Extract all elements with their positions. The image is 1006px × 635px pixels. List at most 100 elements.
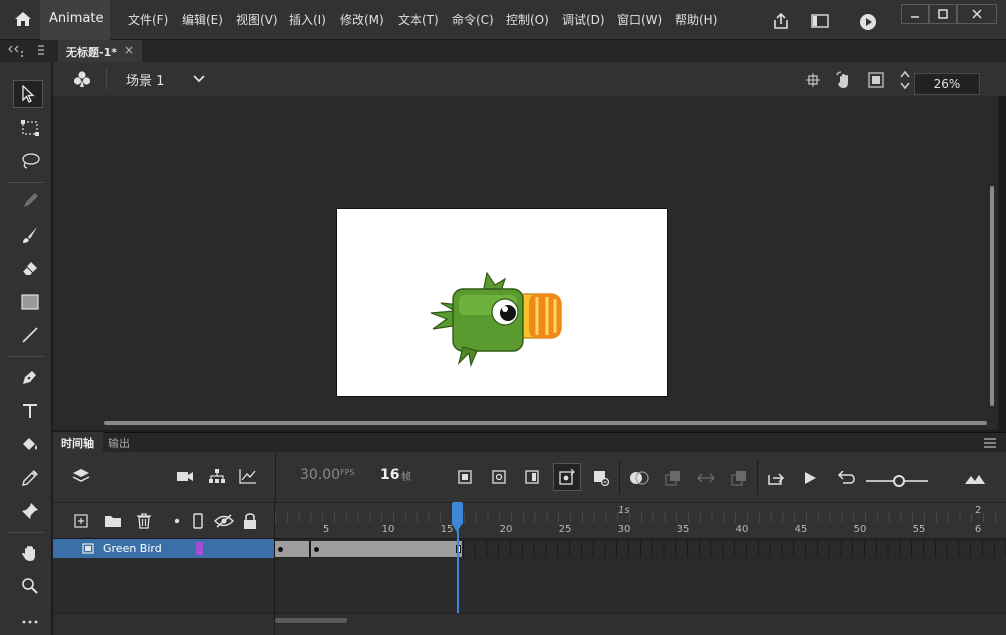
ruler-label: 45 bbox=[794, 524, 808, 535]
highlight-layers-dot-icon[interactable] bbox=[170, 511, 184, 531]
tab-timeline[interactable]: 时间轴 bbox=[53, 432, 103, 452]
text-tool-icon[interactable] bbox=[15, 398, 45, 424]
new-layer-icon[interactable] bbox=[71, 511, 91, 531]
stage-canvas[interactable] bbox=[337, 209, 667, 396]
frame-zoom-slider-thumb[interactable] bbox=[893, 475, 905, 487]
toolbar-collapse-icon[interactable] bbox=[6, 42, 46, 60]
keyframe-dot[interactable] bbox=[314, 547, 319, 552]
zoom-input[interactable]: 26% bbox=[914, 73, 980, 95]
show-outline-icon[interactable] bbox=[189, 511, 207, 531]
document-tab-bar bbox=[0, 40, 1006, 62]
layer-color-swatch[interactable] bbox=[196, 542, 203, 555]
create-tween-icon[interactable] bbox=[695, 468, 717, 488]
chevron-down-icon[interactable] bbox=[190, 70, 208, 88]
layer-row[interactable]: Green Bird bbox=[53, 539, 274, 558]
insert-frame-icon[interactable] bbox=[523, 468, 541, 486]
menu-text[interactable]: 文本(T) bbox=[398, 11, 439, 28]
controls-divider bbox=[619, 460, 620, 494]
hand-tool-icon[interactable] bbox=[15, 540, 45, 566]
menu-view[interactable]: 视图(V) bbox=[236, 11, 278, 28]
loop-playback-icon[interactable] bbox=[765, 468, 787, 488]
rewind-icon[interactable] bbox=[835, 468, 857, 488]
parenting-icon[interactable] bbox=[205, 464, 229, 488]
paint-bucket-tool-icon[interactable] bbox=[15, 431, 45, 457]
green-bird-symbol[interactable] bbox=[429, 267, 565, 367]
line-tool-icon[interactable] bbox=[15, 322, 45, 348]
menu-debug[interactable]: 调试(D) bbox=[562, 11, 605, 28]
tab-output[interactable]: 输出 bbox=[104, 432, 136, 452]
menu-commands[interactable]: 命令(C) bbox=[452, 11, 494, 28]
minimize-button[interactable] bbox=[901, 4, 929, 24]
free-transform-tool-icon[interactable] bbox=[15, 115, 45, 141]
clip-to-stage-icon[interactable] bbox=[866, 70, 886, 90]
rectangle-tool-icon[interactable] bbox=[15, 289, 45, 315]
document-tab-close-icon[interactable]: × bbox=[124, 43, 134, 57]
scene-label[interactable]: 场景 1 bbox=[126, 70, 164, 89]
eyedropper-tool-icon[interactable] bbox=[15, 465, 45, 491]
document-tab[interactable]: 无标题-1* × bbox=[58, 40, 142, 62]
close-window-button[interactable] bbox=[957, 4, 997, 24]
new-folder-icon[interactable] bbox=[102, 511, 124, 531]
frame-ruler-ticks bbox=[275, 513, 1006, 522]
scene-divider bbox=[106, 68, 107, 90]
pin-tool-icon[interactable] bbox=[15, 498, 45, 524]
workspace-icon[interactable] bbox=[808, 11, 832, 31]
hide-all-layers-icon[interactable] bbox=[213, 511, 235, 531]
keyframe-dot[interactable] bbox=[278, 547, 283, 552]
zoom-tool-icon[interactable] bbox=[15, 573, 45, 599]
insert-keyframe-icon[interactable] bbox=[456, 468, 474, 486]
lock-all-layers-icon[interactable] bbox=[240, 511, 260, 531]
frames-empty-area bbox=[275, 558, 1006, 613]
menu-insert[interactable]: 插入(I) bbox=[289, 11, 326, 28]
convert-keyframe-icon[interactable] bbox=[729, 468, 749, 488]
document-tab-label: 无标题-1* bbox=[66, 46, 117, 59]
menu-help[interactable]: 帮助(H) bbox=[675, 11, 717, 28]
menu-bar: Animate 文件(F) 编辑(E) 视图(V) 插入(I) 修改(M) 文本… bbox=[0, 0, 1006, 40]
test-movie-icon[interactable] bbox=[857, 11, 879, 33]
onion-skin-icon[interactable] bbox=[628, 468, 650, 488]
menu-modify[interactable]: 修改(M) bbox=[340, 11, 384, 28]
layers-icon[interactable] bbox=[69, 464, 93, 488]
ruler-label: 6 bbox=[974, 524, 982, 535]
panel-menu-icon[interactable] bbox=[982, 436, 998, 450]
fps-value[interactable]: 30.00 bbox=[300, 467, 340, 483]
camera-icon[interactable] bbox=[173, 464, 197, 488]
horizontal-scrollbar[interactable] bbox=[104, 421, 987, 425]
share-icon[interactable] bbox=[770, 10, 792, 32]
rotation-tool-icon[interactable] bbox=[833, 69, 855, 91]
current-frame-value[interactable]: 16 bbox=[380, 467, 399, 483]
graph-icon[interactable] bbox=[236, 464, 260, 488]
selection-tool-icon[interactable] bbox=[13, 80, 43, 108]
delete-layer-icon[interactable] bbox=[134, 511, 154, 531]
timeline-horizontal-scrollbar[interactable] bbox=[275, 618, 347, 623]
pen-tool-icon[interactable] bbox=[15, 364, 45, 390]
vertical-scrollbar[interactable] bbox=[990, 186, 994, 406]
more-tools-icon[interactable] bbox=[15, 615, 45, 629]
menu-edit[interactable]: 编辑(E) bbox=[182, 11, 223, 28]
menu-window[interactable]: 窗口(W) bbox=[617, 11, 662, 28]
symbol-icon[interactable] bbox=[69, 67, 95, 91]
fit-frames-icon[interactable] bbox=[963, 470, 987, 488]
clear-keyframe-icon[interactable] bbox=[591, 468, 611, 488]
brush-tool-icon[interactable] bbox=[15, 222, 45, 248]
playhead-handle[interactable] bbox=[452, 502, 463, 524]
insert-blank-keyframe-icon[interactable] bbox=[490, 468, 508, 486]
menu-file[interactable]: 文件(F) bbox=[128, 11, 168, 28]
maximize-button[interactable] bbox=[929, 4, 957, 24]
timeline-controls: 30.00 FPS 16 帧 bbox=[53, 452, 1006, 502]
time-marker-2s: 2 bbox=[975, 505, 982, 516]
keyframe-span-2[interactable] bbox=[311, 541, 462, 557]
edit-multiple-frames-icon[interactable] bbox=[663, 468, 683, 488]
play-icon[interactable] bbox=[800, 468, 820, 488]
layer-type-icon[interactable] bbox=[81, 542, 95, 555]
pencil-tool-icon[interactable] bbox=[15, 188, 45, 214]
ruler-label: 10 bbox=[381, 524, 395, 535]
eraser-tool-icon[interactable] bbox=[15, 255, 45, 281]
layer-name[interactable]: Green Bird bbox=[103, 542, 162, 555]
center-stage-icon[interactable] bbox=[803, 70, 823, 90]
lasso-tool-icon[interactable] bbox=[15, 148, 45, 174]
auto-keyframe-toggle[interactable] bbox=[553, 463, 581, 491]
home-icon[interactable] bbox=[10, 8, 36, 30]
menu-control[interactable]: 控制(O) bbox=[506, 11, 549, 28]
zoom-stepper-icon[interactable] bbox=[896, 68, 914, 92]
